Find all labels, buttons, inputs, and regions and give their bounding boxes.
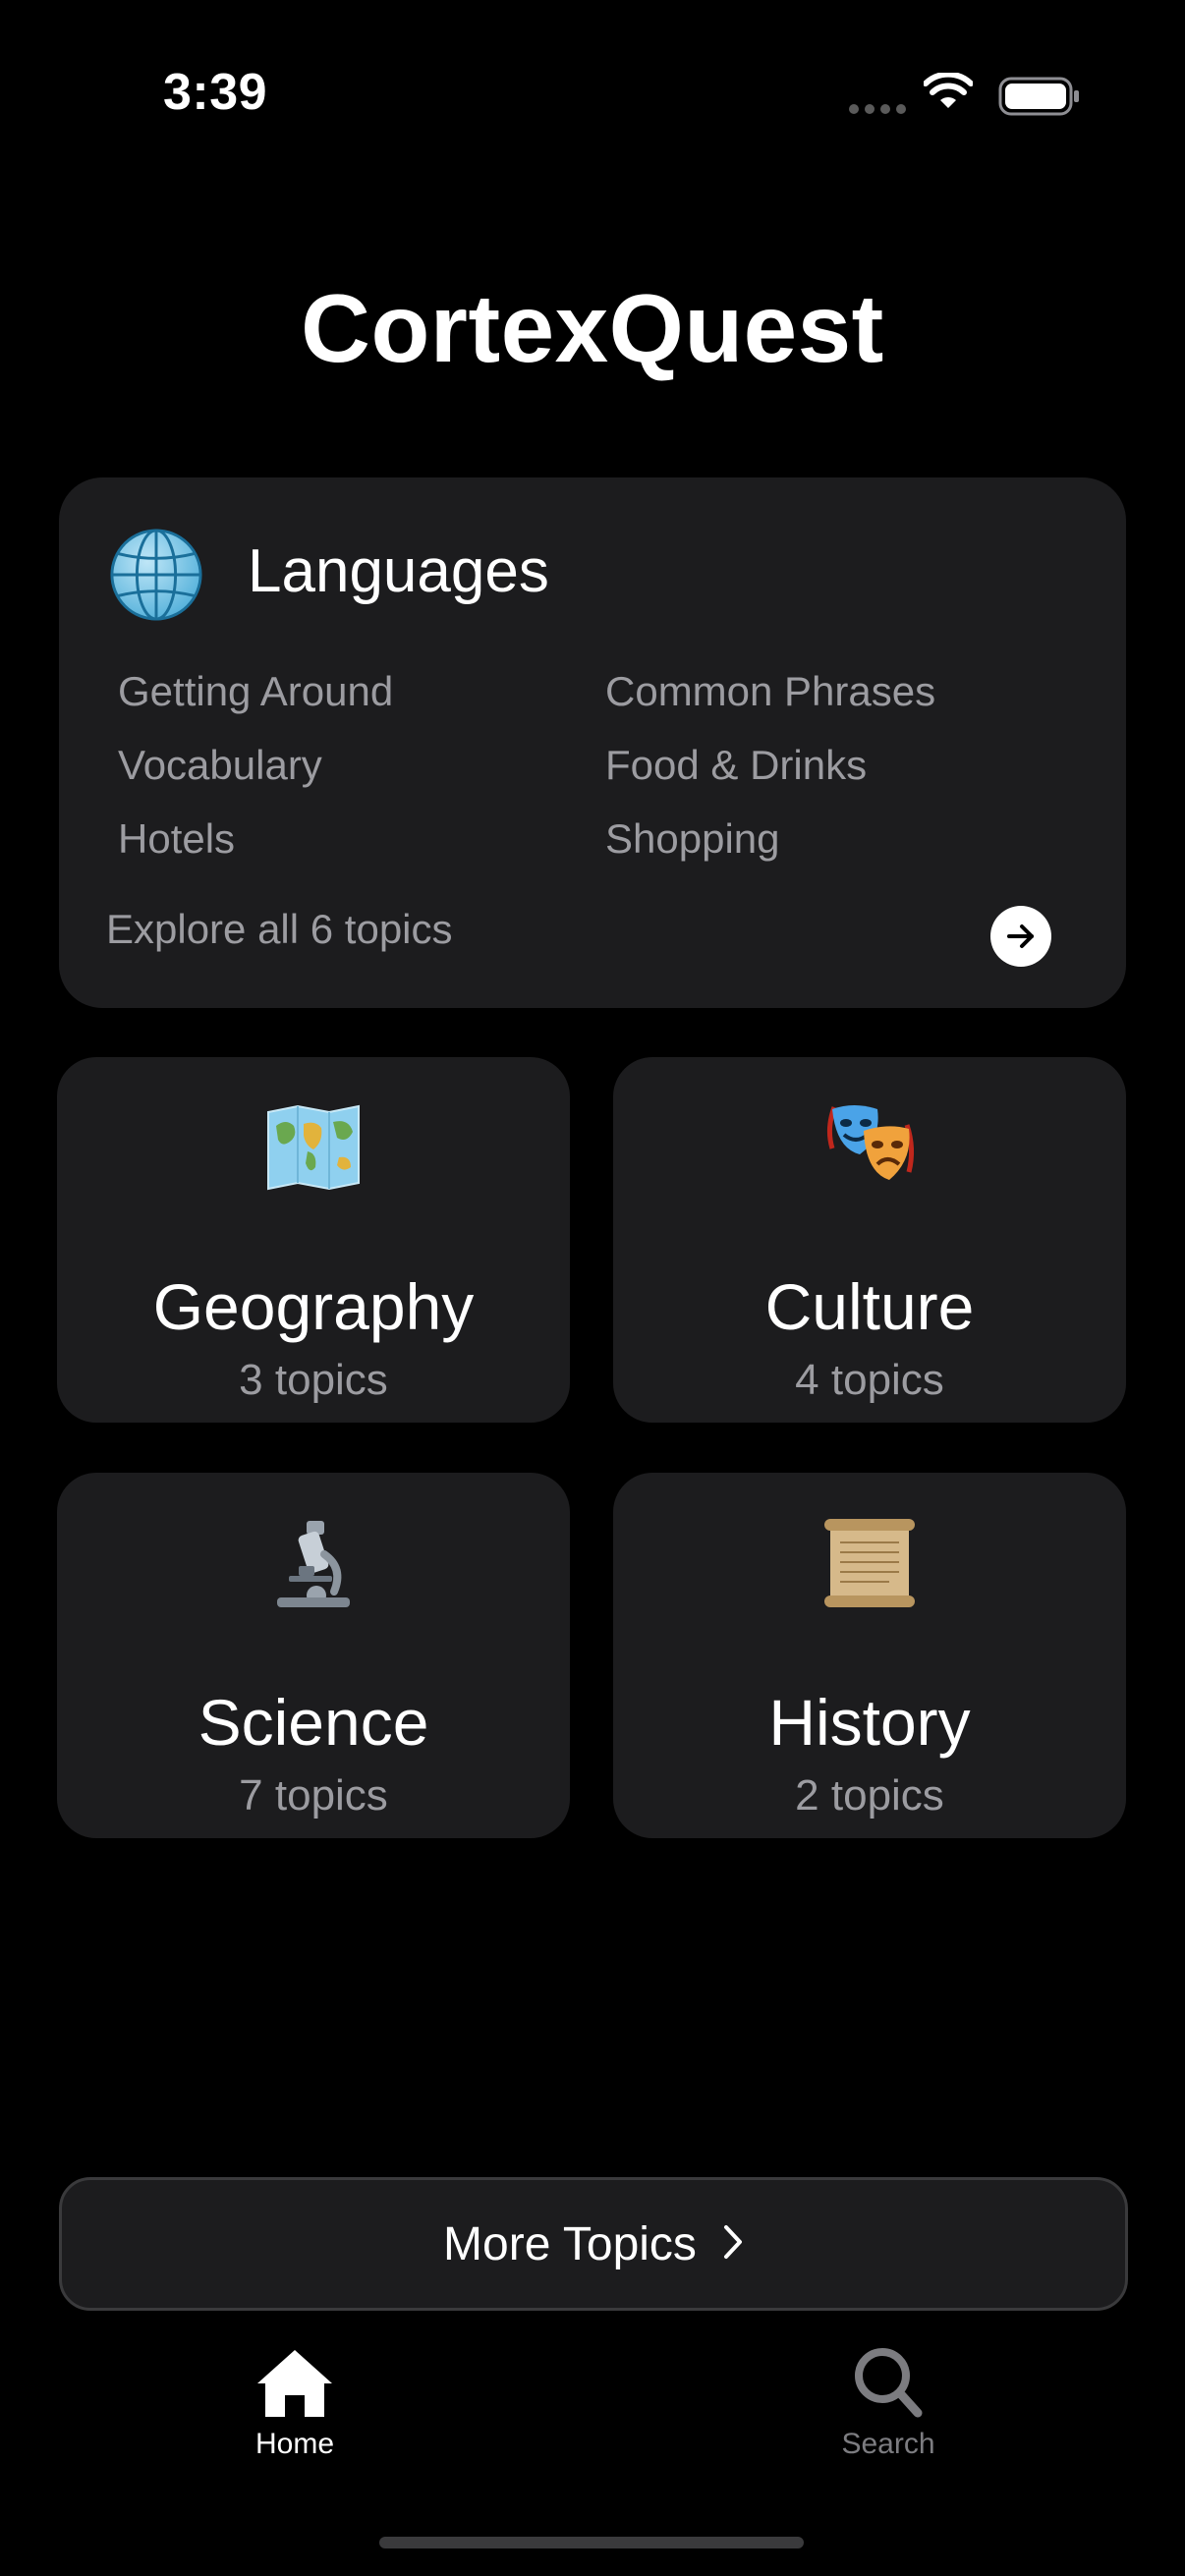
category-count: 4 topics bbox=[795, 1356, 944, 1404]
home-indicator bbox=[379, 2537, 804, 2548]
category-name: Geography bbox=[152, 1270, 475, 1343]
category-name: Science bbox=[198, 1686, 429, 1759]
category-count: 2 topics bbox=[795, 1771, 944, 1820]
world-map-icon bbox=[57, 1092, 570, 1201]
tab-search[interactable]: Search bbox=[761, 2346, 1016, 2461]
house-icon bbox=[254, 2350, 336, 2423]
more-topics-button[interactable]: More Topics bbox=[59, 2177, 1128, 2311]
more-topics-label: More Topics bbox=[443, 2217, 697, 2270]
topic-common-phrases[interactable]: Common Phrases bbox=[605, 668, 935, 715]
performing-arts-icon bbox=[613, 1092, 1126, 1201]
topic-hotels[interactable]: Hotels bbox=[118, 815, 235, 863]
category-count: 7 topics bbox=[239, 1771, 388, 1820]
category-card-history[interactable]: History 2 topics bbox=[613, 1473, 1126, 1838]
tab-home-label: Home bbox=[254, 2428, 335, 2460]
category-count: 3 topics bbox=[239, 1356, 388, 1404]
topic-getting-around[interactable]: Getting Around bbox=[118, 668, 393, 715]
magnifier-icon bbox=[849, 2348, 928, 2423]
languages-title: Languages bbox=[248, 537, 549, 605]
battery-icon bbox=[998, 77, 1081, 121]
status-time: 3:39 bbox=[163, 64, 268, 121]
topic-food-drinks[interactable]: Food & Drinks bbox=[605, 742, 867, 789]
topic-vocabulary[interactable]: Vocabulary bbox=[118, 742, 322, 789]
category-name: Culture bbox=[764, 1270, 975, 1343]
tab-home[interactable]: Home bbox=[167, 2346, 423, 2461]
category-card-culture[interactable]: Culture 4 topics bbox=[613, 1057, 1126, 1423]
microscope-icon bbox=[57, 1508, 570, 1616]
wifi-icon bbox=[923, 71, 974, 117]
arrow-right-icon[interactable] bbox=[990, 906, 1051, 967]
explore-all-label[interactable]: Explore all 6 topics bbox=[106, 906, 453, 953]
tab-search-label: Search bbox=[841, 2428, 935, 2460]
cellular-signal-icon bbox=[849, 104, 906, 114]
page-title: CortexQuest bbox=[301, 274, 884, 382]
chevron-right-icon bbox=[722, 2223, 744, 2266]
category-card-geography[interactable]: Geography 3 topics bbox=[57, 1057, 570, 1423]
topic-shopping[interactable]: Shopping bbox=[605, 815, 780, 863]
globe-icon bbox=[108, 527, 204, 623]
category-card-science[interactable]: Science 7 topics bbox=[57, 1473, 570, 1838]
languages-card[interactable]: Languages Getting Around Common Phrases … bbox=[59, 477, 1126, 1008]
category-name: History bbox=[768, 1686, 971, 1759]
scroll-icon bbox=[613, 1508, 1126, 1616]
